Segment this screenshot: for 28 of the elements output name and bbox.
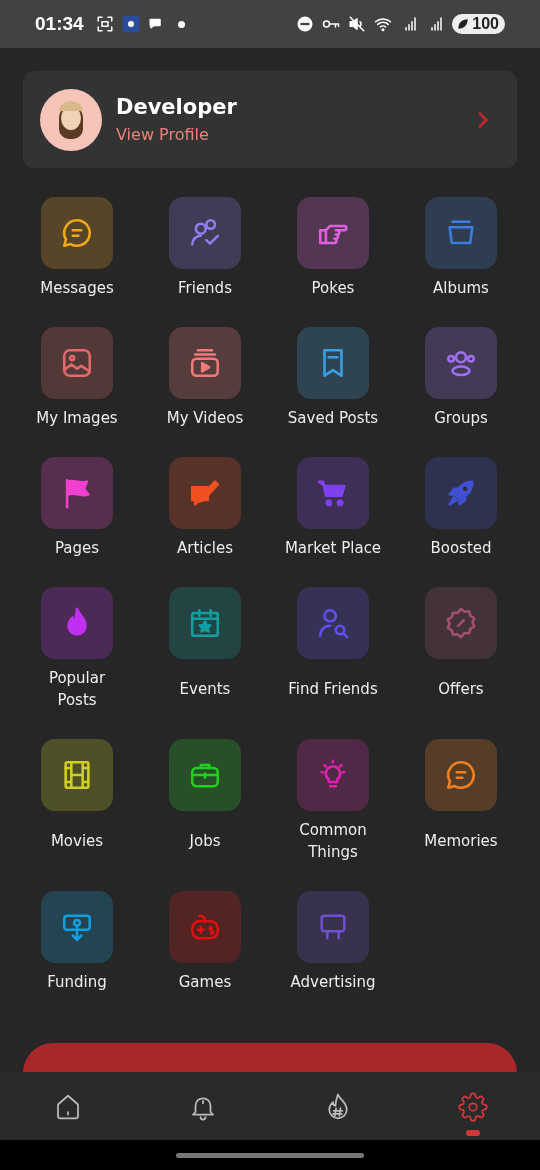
menu-label: Friends [178, 278, 232, 299]
menu-label: Albums [433, 278, 489, 299]
menu-label: Pokes [311, 278, 355, 299]
menu-label: Advertising [290, 972, 376, 993]
menu-label: Saved Posts [287, 408, 379, 429]
menu-label: My Images [36, 408, 118, 429]
menu-label: Pages [54, 538, 100, 559]
menu-label: Messages [40, 278, 114, 299]
menu-label: Events [179, 679, 231, 700]
menu-label: Jobs [189, 831, 221, 852]
menu-label: Groups [434, 408, 488, 429]
menu-label: My Videos [166, 408, 244, 429]
menu-label: Popular Posts [47, 668, 107, 711]
status-time: 01:34 [35, 13, 84, 35]
menu-label: Find Friends [288, 679, 378, 700]
menu-label: Games [178, 972, 232, 993]
menu-label: Common Things [298, 820, 368, 863]
profile-card[interactable]: Developer View Profile [23, 71, 517, 168]
menu-label: Boosted [430, 538, 492, 559]
menu-label: Movies [50, 831, 104, 852]
battery-indicator: 100 [452, 14, 505, 34]
menu-label: Memories [424, 831, 498, 852]
profile-name: Developer [116, 95, 238, 119]
menu-label: Funding [47, 972, 107, 993]
menu-label: Market Place [284, 538, 382, 559]
menu-label: Offers [438, 679, 484, 700]
view-profile-link[interactable]: View Profile [116, 125, 459, 144]
menu-label: Articles [177, 538, 233, 559]
